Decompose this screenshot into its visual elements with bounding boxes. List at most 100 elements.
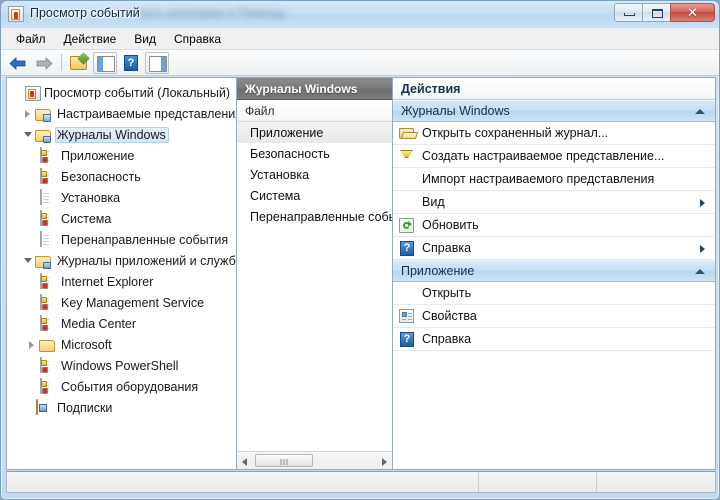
tree-item-label: Безопасность: [61, 169, 141, 184]
scroll-left-icon[interactable]: [237, 453, 253, 468]
help-icon: ?: [399, 240, 415, 256]
status-cell-tertiary: [597, 472, 715, 492]
windows-logs-folder-icon: [35, 129, 51, 143]
main-content: Просмотр событий (Локальный) Настраиваем…: [6, 77, 716, 470]
log-page-icon: [39, 230, 55, 248]
toggle-console-tree-button[interactable]: [93, 51, 117, 74]
action-properties[interactable]: Свойства: [393, 305, 715, 328]
action-label: Открыть сохраненный журнал...: [422, 126, 609, 140]
chevron-up-icon[interactable]: [695, 268, 705, 274]
tree-item-event-viewer-root[interactable]: Просмотр событий (Локальный): [7, 82, 236, 103]
list-item[interactable]: Система: [237, 185, 392, 206]
scrollbar-grip-icon: [280, 459, 288, 465]
action-label: Обновить: [422, 218, 479, 232]
tree-item-app-and-service-logs[interactable]: Журналы приложений и служб: [7, 250, 236, 271]
event-log-icon: [39, 146, 55, 164]
expander-none: [11, 86, 25, 100]
help-icon: ?: [399, 331, 415, 347]
tree-item-application[interactable]: Приложение: [7, 145, 236, 166]
actions-pane-title: Действия: [393, 78, 715, 100]
window-title: Просмотр событий: [30, 6, 140, 20]
log-page-icon: [39, 188, 55, 206]
tree-item-key-management-service[interactable]: Key Management Service: [7, 292, 236, 313]
scrollbar-thumb[interactable]: [255, 454, 313, 467]
tree-item-media-center[interactable]: Media Center: [7, 313, 236, 334]
tree-item-windows-logs[interactable]: Журналы Windows: [7, 124, 236, 145]
column-header-file[interactable]: Файл: [237, 100, 392, 122]
toggle-actions-pane-button[interactable]: [145, 51, 169, 74]
list-item[interactable]: Установка: [237, 164, 392, 185]
chevron-down-icon[interactable]: [21, 128, 35, 142]
status-bar: [6, 471, 716, 493]
app-logs-folder-icon: [35, 255, 51, 269]
action-help-application[interactable]: ? Справка: [393, 328, 715, 351]
actions-group-header-windows-logs[interactable]: Журналы Windows: [393, 100, 715, 122]
action-create-custom-view[interactable]: Создать настраиваемое представление...: [393, 145, 715, 168]
action-label: Импорт настраиваемого представления: [422, 172, 655, 186]
chevron-up-icon[interactable]: [695, 108, 705, 114]
tree-item-internet-explorer[interactable]: Internet Explorer: [7, 271, 236, 292]
event-log-icon: [39, 377, 55, 395]
tree-item-microsoft[interactable]: Microsoft: [7, 334, 236, 355]
chevron-right-icon[interactable]: [25, 338, 39, 352]
menu-view[interactable]: Вид: [125, 29, 165, 50]
tree-item-setup[interactable]: Установка: [7, 187, 236, 208]
chevron-down-icon[interactable]: [21, 254, 35, 268]
maximize-icon: [652, 9, 663, 18]
tree-item-hardware-events[interactable]: События оборудования: [7, 376, 236, 397]
back-button[interactable]: [6, 52, 30, 74]
list-item[interactable]: Приложение: [237, 122, 392, 143]
action-label: Справка: [422, 241, 472, 255]
list-item[interactable]: Перенаправленные собы: [237, 206, 392, 227]
expander-none: [21, 401, 35, 415]
menu-help[interactable]: Справка: [165, 29, 230, 50]
scrollbar-track[interactable]: [253, 453, 376, 468]
window-controls: ✕: [614, 3, 715, 22]
horizontal-scrollbar[interactable]: [237, 451, 392, 469]
tree-item-system[interactable]: Система: [7, 208, 236, 229]
action-view[interactable]: Вид: [393, 191, 715, 214]
event-log-icon: [39, 314, 55, 332]
forward-arrow-icon: [36, 56, 53, 70]
action-open-saved-log[interactable]: Открыть сохраненный журнал...: [393, 122, 715, 145]
tree-item-label: Windows PowerShell: [61, 358, 179, 373]
list-body[interactable]: Файл Приложение Безопасность Установка С…: [237, 100, 392, 451]
action-label: Справка: [422, 332, 472, 346]
minimize-icon: [624, 13, 635, 16]
tree-item-label: Key Management Service: [61, 295, 205, 310]
action-import-custom-view[interactable]: Импорт настраиваемого представления: [393, 168, 715, 191]
actions-group-header-application[interactable]: Приложение: [393, 260, 715, 282]
toolbar-help-button[interactable]: ?: [119, 52, 143, 74]
action-refresh[interactable]: Обновить: [393, 214, 715, 237]
console-tree-pane[interactable]: Просмотр событий (Локальный) Настраиваем…: [7, 78, 237, 469]
tree-item-windows-powershell[interactable]: Windows PowerShell: [7, 355, 236, 376]
action-help[interactable]: ? Справка: [393, 237, 715, 260]
tree-item-custom-views[interactable]: Настраиваемые представления: [7, 103, 236, 124]
action-label: Создать настраиваемое представление...: [422, 149, 665, 163]
minimize-button[interactable]: [614, 3, 643, 22]
menu-action[interactable]: Действие: [55, 29, 126, 50]
status-cell-secondary: [479, 472, 597, 492]
help-icon: ?: [124, 54, 138, 71]
tree-item-forwarded-events[interactable]: Перенаправленные события: [7, 229, 236, 250]
tree-item-security[interactable]: Безопасность: [7, 166, 236, 187]
new-view-button[interactable]: [67, 52, 91, 74]
submenu-arrow-icon: [700, 245, 705, 253]
tree-item-subscriptions[interactable]: Подписки: [7, 397, 236, 418]
menu-file[interactable]: Файл: [7, 29, 55, 50]
action-open[interactable]: Открыть: [393, 282, 715, 305]
maximize-button[interactable]: [642, 3, 671, 22]
event-viewer-window: Просмотр событий путь категории и Помощь…: [0, 0, 720, 500]
menu-bar: Файл Действие Вид Справка: [1, 28, 719, 50]
tree-item-label: Настраиваемые представления: [57, 106, 237, 121]
scroll-right-icon[interactable]: [376, 453, 392, 468]
title-bar[interactable]: Просмотр событий путь категории и Помощь…: [1, 1, 719, 28]
status-cell-main: [7, 472, 479, 492]
close-button[interactable]: ✕: [670, 3, 715, 22]
chevron-right-icon[interactable]: [21, 107, 35, 121]
actions-pane: Действия Журналы Windows Открыть сохране…: [393, 78, 715, 469]
tree-item-label: Система: [61, 211, 112, 226]
tree-item-label: Media Center: [61, 316, 137, 331]
list-item[interactable]: Безопасность: [237, 143, 392, 164]
forward-button[interactable]: [32, 52, 56, 74]
